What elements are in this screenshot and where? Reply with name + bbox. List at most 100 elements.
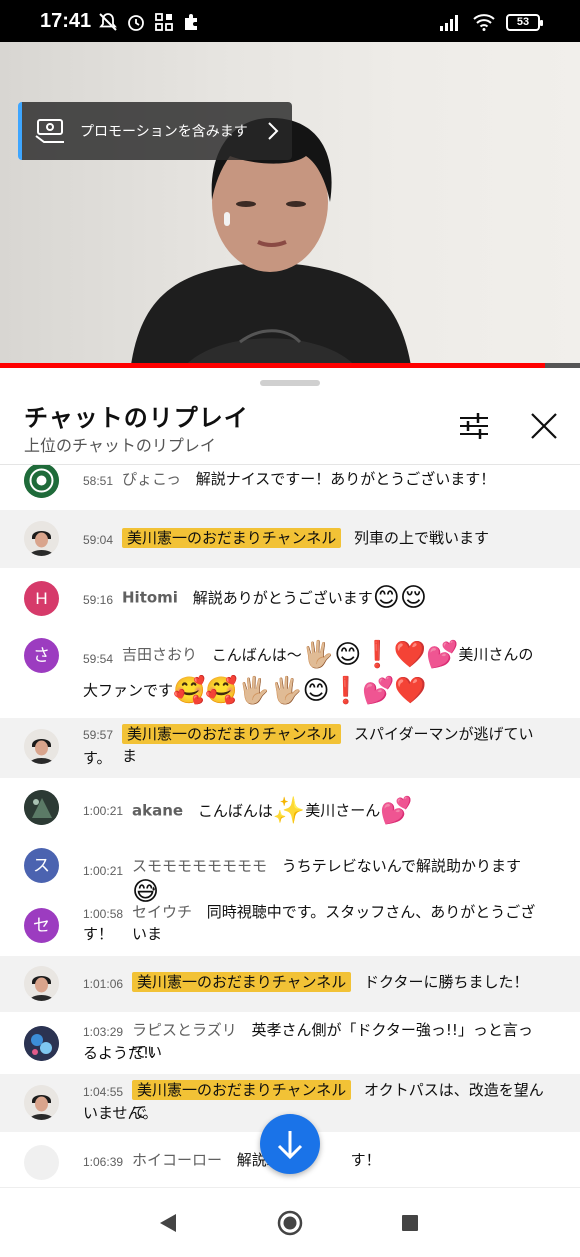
message-text: こんばんは bbox=[197, 801, 273, 820]
chat-message: 59:57 美川憲一のおだまりチャンネル スパイダーマンが逃げていま す。 bbox=[0, 718, 580, 778]
filter-settings-icon[interactable] bbox=[456, 408, 492, 444]
battery-indicator: 53 bbox=[506, 13, 543, 31]
back-icon[interactable] bbox=[158, 1212, 178, 1234]
sheet-title: チャットのリプレイ bbox=[24, 404, 249, 432]
message-author[interactable]: セイウチ bbox=[132, 903, 192, 921]
owner-badge-author[interactable]: 美川憲一のおだまりチャンネル bbox=[132, 972, 352, 992]
promotion-banner[interactable]: プロモーションを含みます bbox=[18, 102, 292, 160]
avatar-image bbox=[24, 1026, 59, 1061]
message-timestamp: 1:01:06 bbox=[83, 977, 124, 991]
avatar-image bbox=[24, 465, 59, 498]
message-timestamp: 1:06:39 bbox=[83, 1155, 124, 1169]
message-text: るようだ!! bbox=[83, 1044, 156, 1062]
owner-badge-author[interactable]: 美川憲一のおだまりチャンネル bbox=[122, 724, 342, 744]
avatar[interactable]: ス bbox=[24, 848, 59, 883]
avatar[interactable] bbox=[24, 1145, 59, 1180]
owner-badge-author[interactable]: 美川憲一のおだまりチャンネル bbox=[132, 1080, 352, 1100]
avatar[interactable] bbox=[24, 729, 59, 764]
sparkles-emoji: ✨ bbox=[272, 796, 306, 826]
chat-message: セ 1:00:58 セイウチ 同時視聴中です。スタッフさん、ありがとうございま … bbox=[0, 898, 580, 958]
exclamation-emoji: ❗ bbox=[329, 676, 362, 706]
home-icon[interactable] bbox=[277, 1210, 303, 1236]
avatar-image bbox=[24, 521, 59, 556]
message-author[interactable]: 吉田さおり bbox=[122, 646, 197, 664]
chevron-right-icon bbox=[268, 122, 279, 140]
avatar[interactable] bbox=[24, 1085, 59, 1120]
arrow-down-icon bbox=[277, 1131, 303, 1160]
raised-hand-emoji: 🖐🏼 bbox=[301, 640, 335, 670]
smiling-hearts-emoji: 🥰🥰 bbox=[173, 676, 238, 706]
owner-badge-author[interactable]: 美川憲一のおだまりチャンネル bbox=[122, 528, 342, 548]
avatar[interactable]: セ bbox=[24, 908, 59, 943]
message-timestamp: 1:03:29 bbox=[83, 1025, 124, 1039]
sheet-drag-handle[interactable] bbox=[260, 380, 320, 386]
avatar[interactable] bbox=[24, 1026, 59, 1061]
message-author[interactable]: ラピスとラズリ bbox=[132, 1021, 237, 1039]
avatar[interactable] bbox=[24, 521, 59, 556]
chat-list[interactable]: 58:51 ぴょこっ 解説ナイスですー！ありがとうございます！ 59:04 美川… bbox=[0, 465, 580, 1187]
chat-message: 59:04 美川憲一のおだまりチャンネル 列車の上で戦います bbox=[0, 510, 580, 568]
message-text: す！ bbox=[350, 1151, 381, 1169]
promotion-label: プロモーションを含みます bbox=[80, 124, 248, 140]
raised-hand-emoji: 🖐🏼🖐🏼 bbox=[237, 676, 303, 706]
message-timestamp: 1:00:58 bbox=[83, 907, 124, 921]
mute-bell-icon bbox=[99, 13, 117, 31]
relieved-face-emoji: 😌 bbox=[399, 583, 427, 613]
chat-message: H 59:16 Hitomi 解説ありがとうございます😊😌 bbox=[0, 568, 580, 628]
message-author[interactable]: スモモモモモモモモ bbox=[132, 857, 267, 875]
message-author[interactable]: ホイコーロー bbox=[132, 1151, 222, 1169]
grinning-face-emoji: 😊 bbox=[372, 583, 400, 613]
chat-message: 1:01:06 美川憲一のおだまりチャンネル ドクターに勝ちました！ bbox=[0, 956, 580, 1012]
signal-icon bbox=[440, 15, 458, 31]
close-icon[interactable] bbox=[526, 408, 562, 444]
message-timestamp: 58:51 bbox=[83, 474, 114, 488]
message-timestamp: 59:57 bbox=[83, 728, 114, 742]
message-timestamp: 59:04 bbox=[83, 533, 114, 547]
chat-message: 1:00:21 akane こんばんは✨美川さーん💕 bbox=[0, 778, 580, 838]
avatar[interactable] bbox=[24, 465, 59, 498]
apps-grid-icon bbox=[155, 13, 173, 31]
recent-apps-icon[interactable] bbox=[401, 1214, 419, 1232]
status-time: 17:41 bbox=[40, 10, 92, 32]
message-text: 解説ナイスですー！ありがとうございます！ bbox=[195, 470, 496, 488]
wifi-icon bbox=[473, 14, 495, 31]
chat-message: ス 1:00:21 スモモモモモモモモ うちテレビないんで解説助かります😅 bbox=[0, 838, 580, 907]
avatar[interactable] bbox=[24, 790, 59, 825]
message-text: 大ファンです bbox=[83, 681, 174, 700]
alarm-icon bbox=[128, 15, 144, 31]
puzzle-icon bbox=[185, 14, 197, 30]
message-timestamp: 1:04:55 bbox=[83, 1085, 124, 1099]
message-text: いません。 bbox=[83, 1104, 158, 1122]
avatar[interactable]: H bbox=[24, 581, 59, 616]
avatar-image bbox=[24, 1085, 59, 1120]
message-text: 美川さーん bbox=[305, 801, 381, 820]
promotion-icon bbox=[35, 119, 64, 143]
two-hearts-emoji: 💕 bbox=[380, 796, 413, 826]
message-text: 列車の上で戦います bbox=[354, 529, 490, 547]
scroll-to-latest-button[interactable] bbox=[260, 1114, 320, 1174]
message-timestamp: 1:00:21 bbox=[83, 864, 124, 878]
avatar[interactable]: さ bbox=[24, 638, 59, 673]
smiling-face-emoji: 😊 bbox=[302, 676, 330, 706]
avatar[interactable] bbox=[24, 966, 59, 1001]
message-text: うちテレビないんで解説助かります bbox=[281, 857, 522, 875]
sheet-subtitle[interactable]: 上位のチャットのリプレイ bbox=[24, 432, 216, 456]
chat-message: さ 59:54 吉田さおり こんばんは〜🖐🏼😊❗❤️💕美川さんの 大ファンです🥰… bbox=[0, 628, 580, 716]
red-heart-emoji: ❤️ bbox=[394, 676, 427, 706]
message-author[interactable]: Hitomi bbox=[122, 589, 178, 607]
message-text: ドクターに勝ちました！ bbox=[364, 973, 529, 991]
avatar-image bbox=[24, 729, 59, 764]
message-author[interactable]: ぴょこっ bbox=[122, 470, 181, 488]
message-text: 解説ありがとうございます bbox=[192, 588, 373, 607]
two-hearts-emoji: 💕 bbox=[362, 676, 395, 706]
message-timestamp: 59:16 bbox=[83, 593, 114, 607]
message-text: す。 bbox=[83, 749, 112, 767]
message-text: こんばんは〜 bbox=[211, 645, 302, 664]
video-player[interactable]: プロモーションを含みます bbox=[0, 42, 580, 368]
chat-message: 58:51 ぴょこっ 解説ナイスですー！ありがとうございます！ bbox=[0, 465, 580, 507]
message-text: 美川さんの bbox=[458, 645, 534, 664]
message-author[interactable]: akane bbox=[132, 802, 183, 820]
message-timestamp: 1:00:21 bbox=[83, 804, 124, 818]
exclamation-emoji: ❗ bbox=[361, 640, 394, 670]
smiling-face-emoji: 😊 bbox=[334, 640, 362, 670]
